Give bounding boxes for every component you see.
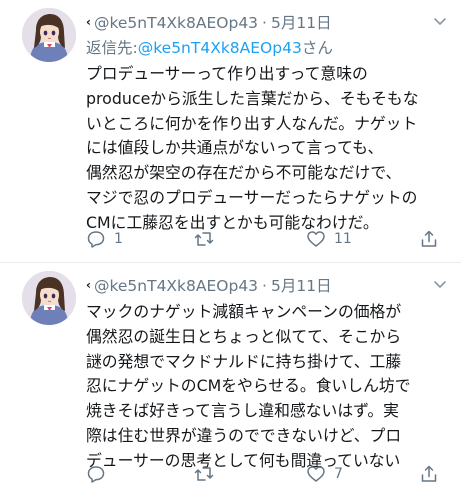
tweet-actions: 7	[86, 462, 456, 486]
tweet-text: プロデューサーって作り出すって意味の produceから派生した言葉だから、そも…	[86, 62, 448, 236]
retweet-icon	[193, 464, 215, 484]
share-button[interactable]	[419, 462, 439, 486]
tweet-text-line: 際は住む世界が違うのでできないけど、プロ	[86, 425, 402, 445]
reply-prefix: 返信先:	[86, 39, 138, 57]
retweet-button[interactable]	[193, 462, 223, 486]
tweet-text-line: 焼きそば好きって言うし違和感ないはず。実	[86, 401, 399, 421]
reply-button[interactable]: 1	[86, 227, 123, 251]
reply-to: 返信先:@ke5nT4Xk8AEOp43さん	[86, 36, 333, 58]
reply-mention-link[interactable]: @ke5nT4Xk8AEOp43	[138, 39, 302, 57]
separator-dot: ·	[262, 14, 267, 32]
share-icon	[419, 229, 439, 249]
retweet-button[interactable]	[193, 227, 223, 251]
chevron-icon: ‹	[86, 278, 91, 292]
chevron-icon: ‹	[86, 15, 91, 29]
tweet-text-line: 謎の発想でマクドナルドに持ち掛けて、工藤	[86, 351, 402, 371]
like-count: 7	[334, 466, 343, 482]
avatar[interactable]	[22, 271, 76, 325]
tweet-header: ‹ @ke5nT4Xk8AEOp43 · 5月11日	[86, 11, 446, 32]
like-icon	[306, 464, 326, 484]
tweet-text-line: 忍にナゲットのCMをやらせる。食いしん坊で	[86, 376, 411, 396]
tweet-text-line: マックのナゲット減額キャンペーンの価格が	[86, 302, 402, 321]
tweet-actions: 1 11	[86, 227, 456, 251]
share-icon	[419, 464, 439, 484]
reply-icon	[86, 229, 106, 249]
tweet-header: ‹ @ke5nT4Xk8AEOp43 · 5月11日	[86, 274, 446, 295]
retweet-icon	[193, 229, 215, 249]
tweet-text-line: 偶然忍の誕生日とちょっと似てて、そこから	[86, 326, 402, 346]
tweet-feed: ‹ @ke5nT4Xk8AEOp43 · 5月11日 返信先:@ke5nT4Xk8AE…	[0, 0, 461, 499]
tweet-text-line: マジで忍のプロデューサーだったらナゲットの	[86, 187, 418, 207]
tweet-text-line: いところに何かを作り出す人なんだ。ナゲット	[86, 113, 418, 133]
tweet-text-line: には値段しか共通点がないって言っても、	[86, 138, 384, 158]
reply-count: 1	[114, 231, 123, 247]
tweet-text-line: 偶然忍が架空の存在だから不可能なだけで、	[86, 163, 402, 183]
tweet-handle[interactable]: @ke5nT4Xk8AEOp43	[94, 277, 258, 295]
tweet-date[interactable]: 5月11日	[271, 14, 332, 32]
tweet-text-line: produceから派生した言葉だから、そもそもな	[86, 88, 419, 108]
separator-dot: ·	[262, 277, 267, 295]
tweet-text: マックのナゲット減額キャンペーンの価格が 偶然忍の誕生日とちょっと似てて、そこか…	[86, 300, 448, 474]
tweet-text-line: プロデューサーって作り出すって意味の	[86, 64, 368, 83]
share-button[interactable]	[419, 227, 439, 251]
tweet-date[interactable]: 5月11日	[271, 277, 332, 295]
avatar[interactable]	[22, 8, 76, 62]
like-button[interactable]: 11	[306, 227, 352, 251]
reply-button[interactable]	[86, 462, 114, 486]
like-count: 11	[334, 231, 352, 247]
tweet-handle[interactable]: @ke5nT4Xk8AEOp43	[94, 14, 258, 32]
like-icon	[306, 229, 326, 249]
tweet[interactable]: ‹ @ke5nT4Xk8AEOp43 · 5月11日 マックのナゲット減額キャンペーン…	[0, 263, 461, 499]
caret-down-icon[interactable]	[431, 275, 449, 293]
reply-suffix: さん	[301, 39, 333, 57]
caret-down-icon[interactable]	[431, 12, 449, 30]
reply-icon	[86, 464, 106, 484]
tweet[interactable]: ‹ @ke5nT4Xk8AEOp43 · 5月11日 返信先:@ke5nT4Xk8AE…	[0, 0, 461, 262]
like-button[interactable]: 7	[306, 462, 343, 486]
